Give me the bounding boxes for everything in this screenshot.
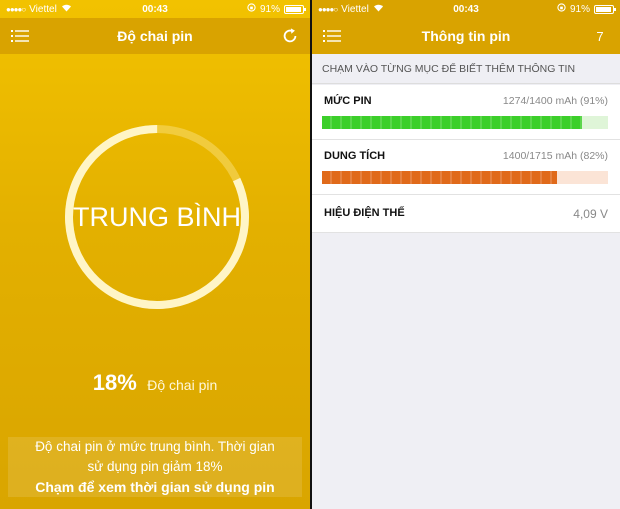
page-title: Độ chai pin xyxy=(117,28,193,44)
message-line-2: sử dụng pin giảm 18% xyxy=(87,459,223,474)
view-usage-time-link[interactable]: Chạm để xem thời gian sử dụng pin xyxy=(8,477,302,497)
battery-level-bar xyxy=(322,116,608,129)
battery-capacity-row[interactable]: DUNG TÍCH 1400/1715 mAh (82%) xyxy=(312,140,620,195)
nav-right-value[interactable]: 7 xyxy=(580,18,620,54)
battery-wear-screen: ●●●●○ Viettel 00:43 91% Độ chai pin TRUN… xyxy=(0,0,310,509)
battery-icon xyxy=(284,4,306,14)
battery-percent: 91% xyxy=(259,3,280,15)
carrier-name: Viettel xyxy=(341,3,369,15)
wear-percent-line: 18% Độ chai pin xyxy=(0,370,310,396)
wifi-icon xyxy=(61,4,72,15)
status-time: 00:43 xyxy=(142,3,168,15)
voltage-row[interactable]: HIỆU ĐIỆN THẾ 4,09 V xyxy=(312,195,620,233)
navigation-bar: Thông tin pin 7 xyxy=(312,18,620,54)
wear-percent: 18% xyxy=(92,370,137,395)
page-title: Thông tin pin xyxy=(421,28,511,44)
row-value: 1400/1715 mAh (82%) xyxy=(502,150,608,162)
status-right: 91% xyxy=(504,3,616,15)
status-right: 91% xyxy=(194,3,306,15)
wear-status-label: TRUNG BÌNH xyxy=(73,202,241,232)
status-bar: ●●●●○ Viettel 00:43 91% xyxy=(0,0,310,18)
battery-info-screen: ●●●●○ Viettel 00:43 91% Thông tin pin 7 … xyxy=(312,0,620,509)
carrier-group: ●●●●○ Viettel xyxy=(318,4,428,15)
row-label: HIỆU ĐIỆN THẾ xyxy=(324,207,405,219)
wifi-icon xyxy=(373,4,384,15)
battery-percent: 91% xyxy=(569,3,590,15)
rotation-lock-icon xyxy=(557,3,566,15)
menu-icon[interactable] xyxy=(312,18,352,54)
signal-icon: ●●●●○ xyxy=(318,4,338,14)
section-header: CHẠM VÀO TỪNG MỤC ĐỂ BIẾT THÊM THÔNG TIN xyxy=(312,54,620,84)
carrier-name: Viettel xyxy=(29,3,57,15)
app-comparison: ●●●●○ Viettel 00:43 91% Độ chai pin TRUN… xyxy=(0,0,620,509)
wear-label: Độ chai pin xyxy=(147,377,218,393)
battery-info-list: MỨC PIN 1274/1400 mAh (91%) DUNG TÍCH 14… xyxy=(312,85,620,233)
row-value: 4,09 V xyxy=(573,207,608,221)
signal-icon: ●●●●○ xyxy=(6,4,26,14)
status-time: 00:43 xyxy=(453,3,479,15)
rotation-lock-icon xyxy=(247,3,256,15)
battery-icon xyxy=(594,4,616,14)
battery-level-row[interactable]: MỨC PIN 1274/1400 mAh (91%) xyxy=(312,85,620,140)
usage-time-panel[interactable]: Độ chai pin ở mức trung bình. Thời gian … xyxy=(8,437,302,497)
battery-capacity-bar xyxy=(322,171,608,184)
refresh-icon[interactable] xyxy=(270,18,310,54)
row-value: 1274/1400 mAh (91%) xyxy=(502,95,608,107)
message-line-1: Độ chai pin ở mức trung bình. Thời gian xyxy=(35,439,275,454)
menu-icon[interactable] xyxy=(0,18,40,54)
navigation-bar: Độ chai pin xyxy=(0,18,310,54)
carrier-group: ●●●●○ Viettel xyxy=(6,4,116,15)
status-bar: ●●●●○ Viettel 00:43 91% xyxy=(312,0,620,18)
